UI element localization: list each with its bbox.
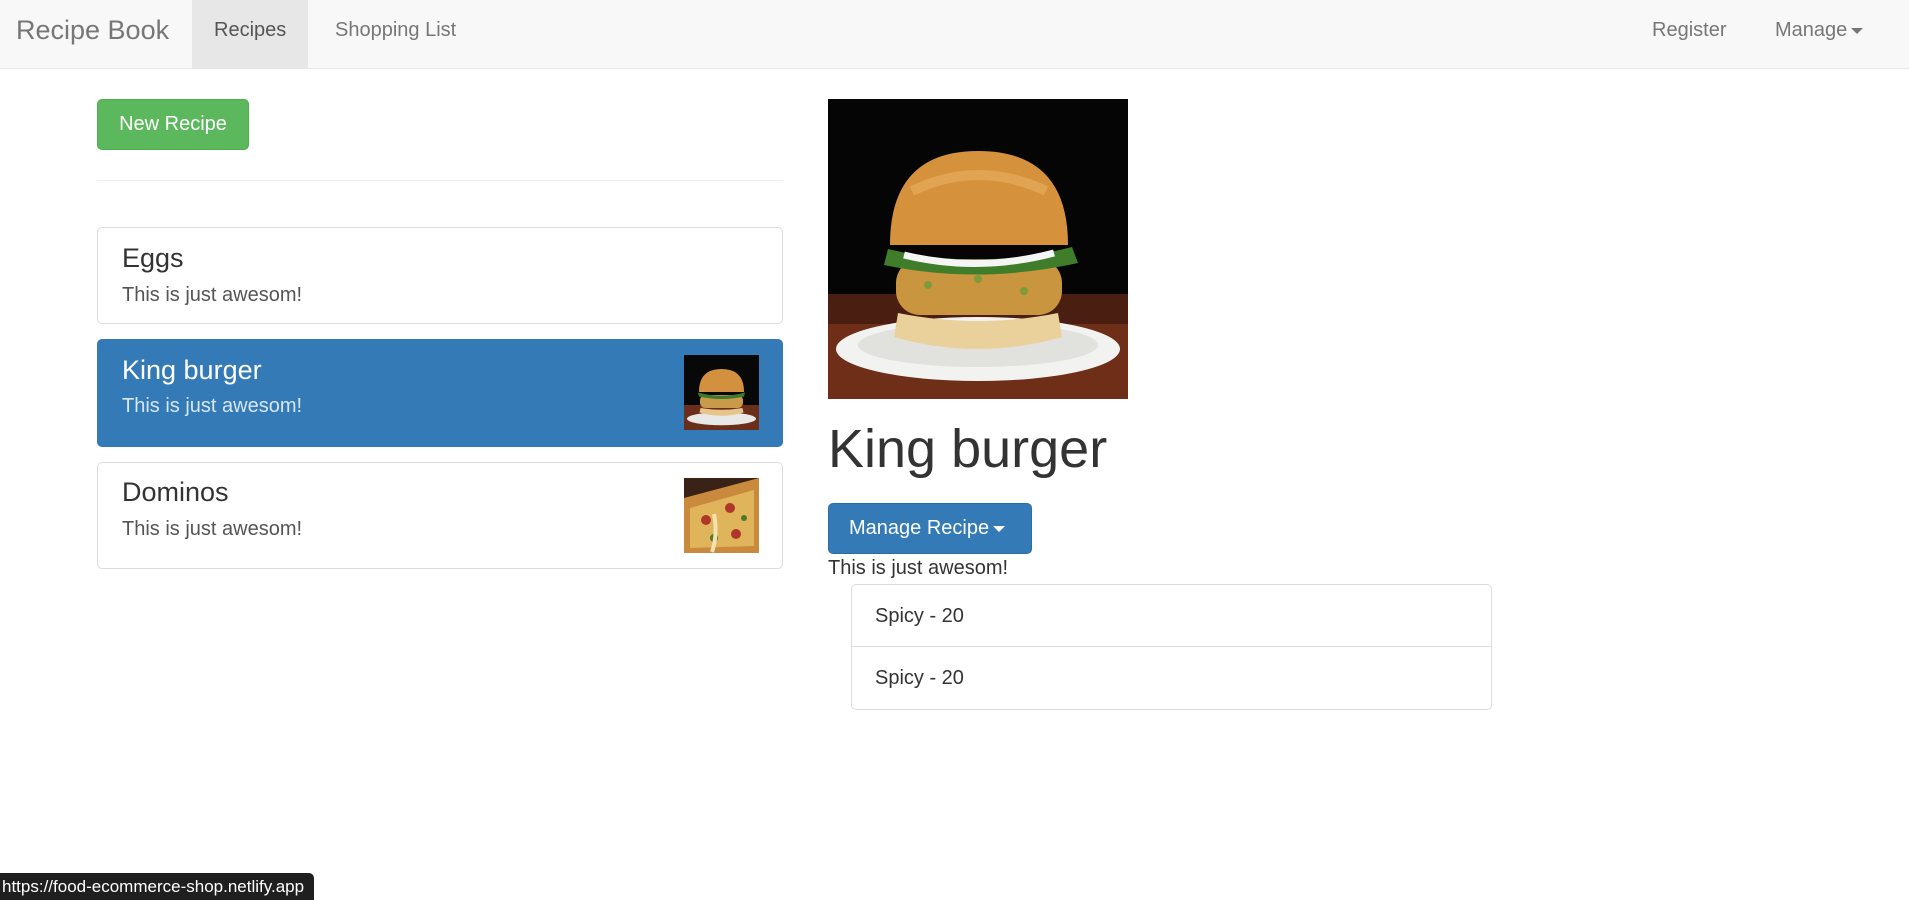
caret-down-icon	[1851, 27, 1864, 34]
divider	[97, 180, 783, 181]
nav-register[interactable]: Register	[1630, 0, 1748, 68]
recipe-name: King burger	[122, 355, 262, 385]
pizza-thumbnail	[684, 478, 759, 553]
nav-shopping-list[interactable]: Shopping List	[313, 0, 478, 68]
new-recipe-button[interactable]: New Recipe	[97, 99, 249, 150]
recipe-description: This is just awesom!	[122, 395, 303, 417]
caret-down-icon	[993, 525, 1006, 532]
recipe-item-king-burger[interactable]: King burger This is just awesom!	[97, 339, 783, 447]
recipe-item-eggs[interactable]: Eggs This is just awesom!	[97, 227, 783, 324]
recipe-name: Dominos	[122, 477, 229, 507]
ingredient-item[interactable]: Spicy - 20	[852, 585, 1491, 647]
nav-recipes[interactable]: Recipes	[192, 0, 309, 68]
manage-recipe-button[interactable]: Manage Recipe	[828, 503, 1032, 554]
status-bar-url: https://food-ecommerce-shop.netlify.app	[0, 873, 315, 900]
ingredient-item[interactable]: Spicy - 20	[852, 647, 1491, 709]
recipe-image	[828, 99, 1128, 399]
recipe-name: Eggs	[122, 243, 184, 273]
recipe-description: This is just awesom!	[122, 518, 303, 540]
nav-manage-label: Manage	[1775, 19, 1848, 41]
ingredient-list: Spicy - 20 Spicy - 20	[851, 584, 1492, 710]
burger-thumbnail	[684, 355, 759, 430]
navbar: Recipe Book Recipes Shopping List Regist…	[0, 0, 1909, 69]
recipe-title: King burger	[828, 419, 1108, 479]
recipe-description: This is just awesom!	[828, 557, 1009, 579]
brand-link[interactable]: Recipe Book	[16, 0, 169, 69]
recipe-item-dominos[interactable]: Dominos This is just awesom!	[97, 462, 783, 569]
recipe-description: This is just awesom!	[122, 284, 303, 306]
manage-recipe-label: Manage Recipe	[849, 517, 990, 539]
nav-manage-dropdown[interactable]: Manage	[1753, 0, 1885, 68]
